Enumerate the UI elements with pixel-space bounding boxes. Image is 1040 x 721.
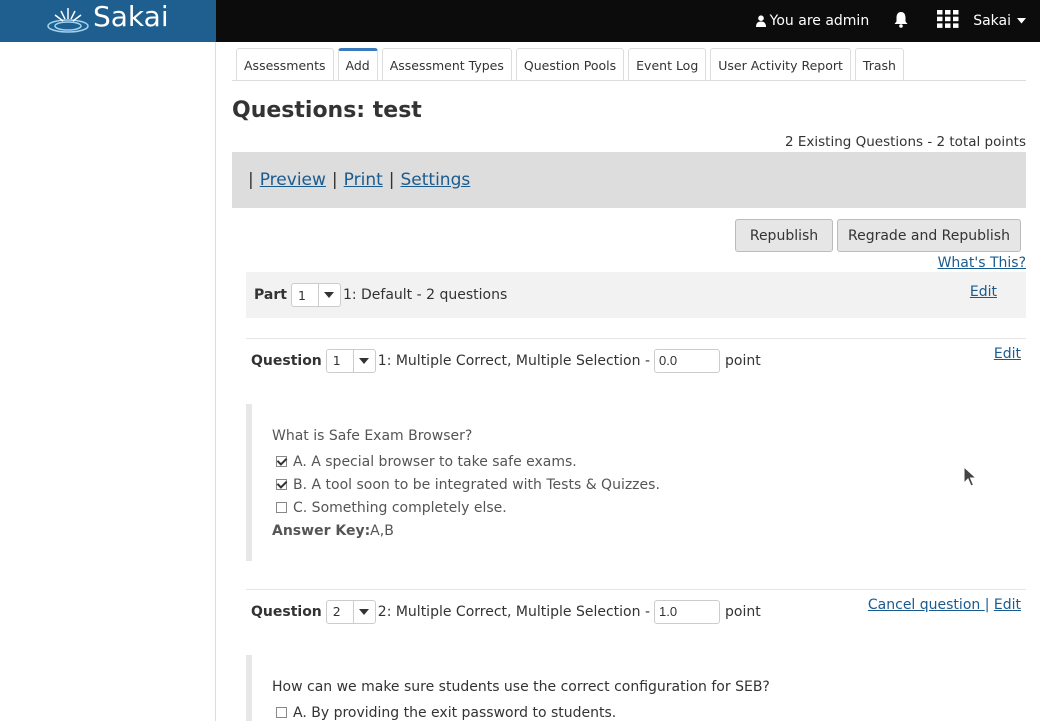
points-input[interactable] — [654, 348, 720, 373]
checkbox-checked — [276, 479, 287, 490]
brand[interactable]: Sakai — [0, 0, 216, 42]
edit-part-link[interactable]: Edit — [970, 284, 997, 300]
tab-event-log[interactable]: Event Log — [628, 48, 707, 81]
answer-key: Answer Key:A,B — [272, 523, 1026, 539]
left-rail — [0, 42, 216, 721]
top-nav: You are admin Sakai — [755, 0, 1040, 42]
points-input[interactable] — [654, 599, 720, 624]
question-actions: Cancel question | Edit — [868, 597, 1021, 613]
print-link[interactable]: Print — [344, 170, 383, 190]
preview-link[interactable]: Preview — [260, 170, 326, 190]
regrade-republish-button[interactable]: Regrade and Republish — [837, 219, 1021, 252]
points-unit: point — [725, 603, 761, 620]
caret-down-icon — [1017, 18, 1026, 24]
mouse-cursor-icon — [963, 466, 977, 487]
answer-text: B. A tool soon to be integrated with Tes… — [293, 476, 660, 493]
settings-link[interactable]: Settings — [401, 170, 471, 190]
part-description: 1: Default - 2 questions — [342, 287, 508, 303]
main-content: Assessments Add Assessment Types Questio… — [232, 42, 1026, 721]
question-description: 1: Multiple Correct, Multiple Selection … — [377, 352, 650, 369]
separator: | — [388, 170, 395, 190]
grid-icon — [937, 10, 959, 28]
sakai-logo-icon — [47, 8, 89, 33]
checkbox-unchecked — [276, 502, 287, 513]
answer-option: B. A tool soon to be integrated with Tes… — [272, 473, 1026, 496]
user-label: You are admin — [769, 13, 870, 29]
top-bar: Sakai You are admin Sakai — [0, 0, 1040, 42]
question-description: 2: Multiple Correct, Multiple Selection … — [377, 603, 650, 620]
question-body: What is Safe Exam Browser? A. A special … — [246, 404, 1026, 561]
answer-text: A. By providing the exit password to stu… — [293, 704, 617, 721]
action-bar: | Preview | Print | Settings — [232, 152, 1026, 208]
page-title: Questions: test — [232, 98, 422, 123]
caret-down-icon — [359, 608, 370, 615]
tab-trash[interactable]: Trash — [854, 48, 904, 81]
question-row: Question 1 1: Multiple Correct, Multiple… — [246, 338, 1026, 382]
part-row: Part 1 1: Default - 2 questions — [246, 272, 1026, 318]
site-label: Sakai — [973, 13, 1011, 29]
answer-option: A. By providing the exit password to stu… — [272, 701, 1026, 721]
edit-question-link[interactable]: Edit — [994, 346, 1021, 362]
tool-tabs: Assessments Add Assessment Types Questio… — [236, 48, 904, 81]
apps-button[interactable] — [937, 10, 959, 32]
separator: | — [248, 170, 254, 190]
whats-this-link[interactable]: What's This? — [938, 255, 1026, 271]
answer-key-value: A,B — [370, 523, 394, 539]
tab-question-pools[interactable]: Question Pools — [515, 48, 625, 81]
site-menu[interactable]: Sakai — [973, 13, 1026, 29]
question-text: How can we make sure students use the co… — [272, 679, 770, 695]
question-body: How can we make sure students use the co… — [246, 655, 1026, 721]
tabs-divider — [232, 80, 1026, 81]
question-order-select[interactable]: 2 — [325, 599, 376, 624]
part-order-value: 1 — [297, 287, 306, 303]
points-unit: point — [725, 352, 761, 369]
questions-summary: 2 Existing Questions - 2 total points — [784, 134, 1026, 150]
brand-name: Sakai — [93, 0, 169, 33]
tab-assessments[interactable]: Assessments — [236, 48, 334, 81]
edit-question-link[interactable]: Edit — [994, 597, 1021, 613]
tab-user-activity-report[interactable]: User Activity Report — [710, 48, 851, 81]
caret-down-icon — [324, 292, 335, 298]
part-label: Part — [254, 287, 287, 303]
answer-option: C. Something completely else. — [272, 496, 1026, 519]
answer-text: C. Something completely else. — [293, 499, 507, 516]
separator: | — [331, 170, 338, 190]
question-label: Question — [251, 603, 322, 620]
republish-button[interactable]: Republish — [735, 219, 833, 252]
tab-add[interactable]: Add — [337, 48, 378, 81]
question-order-select[interactable]: 1 — [325, 348, 376, 373]
question-order-value: 1 — [332, 353, 341, 368]
checkbox-checked — [276, 456, 287, 467]
bell-icon — [894, 11, 908, 28]
separator: | — [984, 597, 990, 613]
question-text: What is Safe Exam Browser? — [272, 428, 473, 444]
answer-key-label: Answer Key: — [272, 523, 371, 539]
user-menu[interactable]: You are admin — [755, 13, 870, 29]
notifications-button[interactable] — [893, 11, 909, 32]
user-icon — [755, 15, 766, 27]
part-order-select[interactable]: 1 — [290, 283, 341, 307]
answer-text: A. A special browser to take safe exams. — [293, 453, 577, 470]
question-label: Question — [251, 352, 322, 369]
answer-option: A. A special browser to take safe exams. — [272, 450, 1026, 473]
question-order-value: 2 — [332, 604, 341, 619]
tab-assessment-types[interactable]: Assessment Types — [381, 48, 512, 81]
caret-down-icon — [359, 357, 370, 364]
checkbox-unchecked — [276, 707, 287, 718]
cancel-question-link[interactable]: Cancel question — [868, 597, 985, 613]
